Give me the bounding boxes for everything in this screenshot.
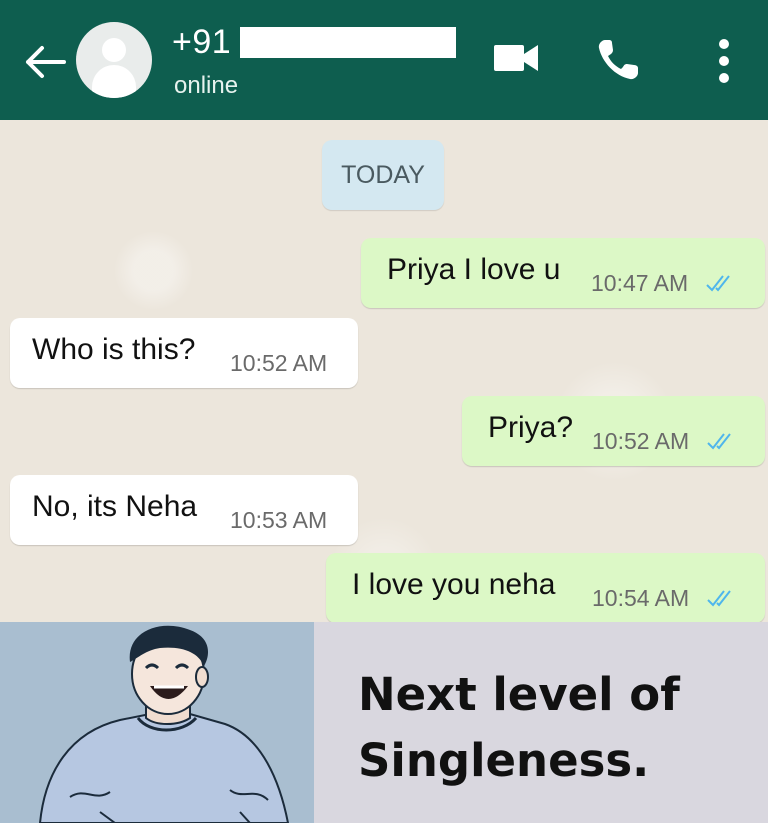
laughing-man-illustration [0,622,314,823]
message-text: Priya I love u [387,253,561,286]
message-bubble-incoming[interactable]: Who is this? 10:52 AM [10,318,358,388]
message-bubble-incoming[interactable]: No, its Neha 10:53 AM [10,475,358,545]
message-time: 10:52 AM [230,350,328,376]
message-time: 10:52 AM [592,428,690,454]
message-time: 10:47 AM [591,270,689,296]
avatar-body-shape [92,65,136,98]
voice-call-icon[interactable] [596,38,640,82]
message-bubble-outgoing[interactable]: Priya I love u 10:47 AM [361,238,765,308]
message-time: 10:53 AM [230,507,328,533]
contact-status: online [174,72,239,99]
message-text: No, its Neha [32,490,198,523]
video-call-icon[interactable] [494,43,538,73]
message-time: 10:54 AM [592,585,690,611]
message-bubble-outgoing[interactable]: I love you neha 10:54 AM [326,553,765,623]
contact-name[interactable]: +91 [172,23,231,62]
laughing-man-icon [38,625,290,823]
read-ticks-icon [707,590,731,607]
arrow-left-icon[interactable] [20,40,68,84]
caption-line-1: Next level of [358,668,680,721]
avatar-head-shape [102,38,126,62]
redacted-phone-number [240,27,456,58]
avatar[interactable] [76,22,152,98]
caption-line-2: Singleness. [358,734,650,787]
more-vert-icon[interactable] [714,38,734,84]
caption-panel: Next level of Singleness. [314,622,768,823]
message-text: I love you neha [352,568,556,601]
date-chip: TODAY [322,140,444,210]
message-text: Priya? [488,411,574,444]
meme-caption: Next level of Singleness. [358,662,758,794]
read-ticks-icon [707,433,731,450]
message-text: Who is this? [32,333,196,366]
message-bubble-outgoing[interactable]: Priya? 10:52 AM [462,396,765,466]
chat-header: +91 online [0,0,768,120]
read-ticks-icon [706,275,730,292]
